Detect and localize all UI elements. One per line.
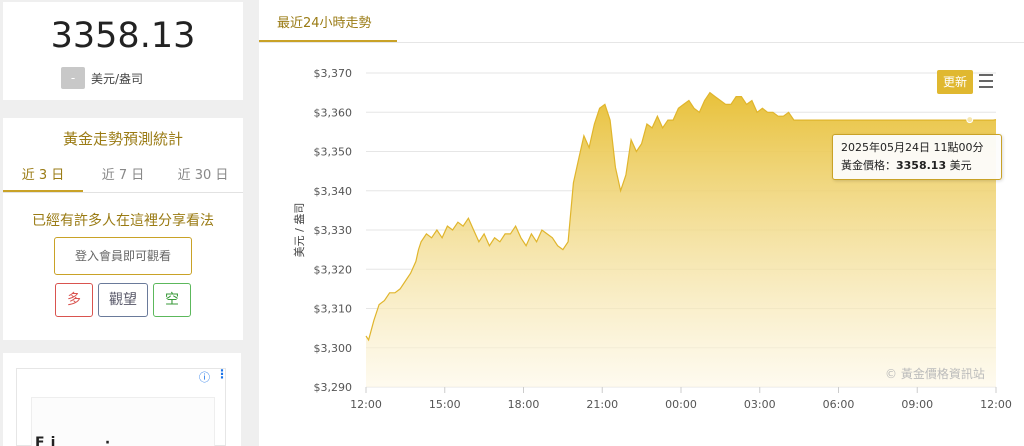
x-tick-label: 12:00 <box>350 398 382 411</box>
vote-bull-button[interactable]: 多 <box>55 283 93 317</box>
ad-peek-text: Fi · <box>35 435 117 446</box>
tooltip-unit: 美元 <box>946 159 972 172</box>
vote-wait-button[interactable]: 觀望 <box>98 283 148 317</box>
x-tick-label: 00:00 <box>665 398 697 411</box>
y-tick-label: $3,360 <box>314 106 353 119</box>
y-tick-label: $3,300 <box>314 342 353 355</box>
y-tick-label: $3,370 <box>314 67 353 80</box>
y-tick-label: $3,320 <box>314 263 353 276</box>
tab-30-days[interactable]: 近 30 日 <box>163 164 243 183</box>
forecast-card: 黃金走勢預測統計 近 3 日 近 7 日 近 30 日 已經有許多人在這裡分享看… <box>3 118 243 340</box>
ad-card: ⓘ ⋮ Fi · <box>3 353 241 446</box>
y-tick-label: $3,330 <box>314 224 353 237</box>
chart-credit: © 黃金價格資訊站 <box>885 367 985 381</box>
y-tick-label: $3,310 <box>314 303 353 316</box>
x-tick-label: 15:00 <box>429 398 461 411</box>
share-prompt: 已經有許多人在這裡分享看法 <box>32 213 214 229</box>
current-price: 3358.13 <box>50 16 196 56</box>
tab-3-days[interactable]: 近 3 日 <box>3 164 83 183</box>
ad-info-icon[interactable]: ⓘ <box>199 369 210 385</box>
x-tick-label: 06:00 <box>823 398 855 411</box>
vote-bear-button[interactable]: 空 <box>153 283 191 317</box>
active-tab-indicator <box>3 190 83 192</box>
y-tick-label: $3,350 <box>314 146 353 159</box>
tooltip-value: 3358.13 <box>896 159 947 172</box>
price-change-badge: - <box>61 67 85 89</box>
x-tick-label: 09:00 <box>901 398 933 411</box>
x-tick-label: 03:00 <box>744 398 776 411</box>
member-login-button[interactable]: 登入會員即可觀看 <box>54 237 192 275</box>
y-tick-label: $3,340 <box>314 185 353 198</box>
price-unit: 美元/盎司 <box>91 72 144 86</box>
ad-menu-icon[interactable]: ⋮ <box>216 367 228 381</box>
tooltip-label: 黃金價格： <box>841 159 896 172</box>
y-axis-title: 美元 / 盎司 <box>292 203 306 258</box>
tabs-divider <box>3 192 243 193</box>
y-tick-label: $3,290 <box>314 381 353 394</box>
chart-card: 最近24小時走勢 $3,290 $3,300 $3,310 $3,320 $3,330 $… <box>259 0 1024 446</box>
refresh-button[interactable]: 更新 <box>937 70 973 94</box>
chart-menu-icon[interactable] <box>979 70 993 92</box>
x-tick-label: 18:00 <box>508 398 540 411</box>
price-card: 3358.13 - 美元/盎司 <box>3 2 243 100</box>
tooltip-price-line: 黃金價格：3358.13 美元 <box>841 157 1001 175</box>
x-tick-label: 21:00 <box>586 398 618 411</box>
x-tick-label: 12:00 <box>980 398 1012 411</box>
tab-7-days[interactable]: 近 7 日 <box>83 164 163 183</box>
forecast-title: 黃金走勢預測統計 <box>62 130 183 148</box>
tooltip-datetime: 2025年05月24日 11點00分 <box>841 141 984 154</box>
highlight-point <box>966 116 974 124</box>
chart-tooltip: 2025年05月24日 11點00分 黃金價格：3358.13 美元 <box>832 134 1002 180</box>
